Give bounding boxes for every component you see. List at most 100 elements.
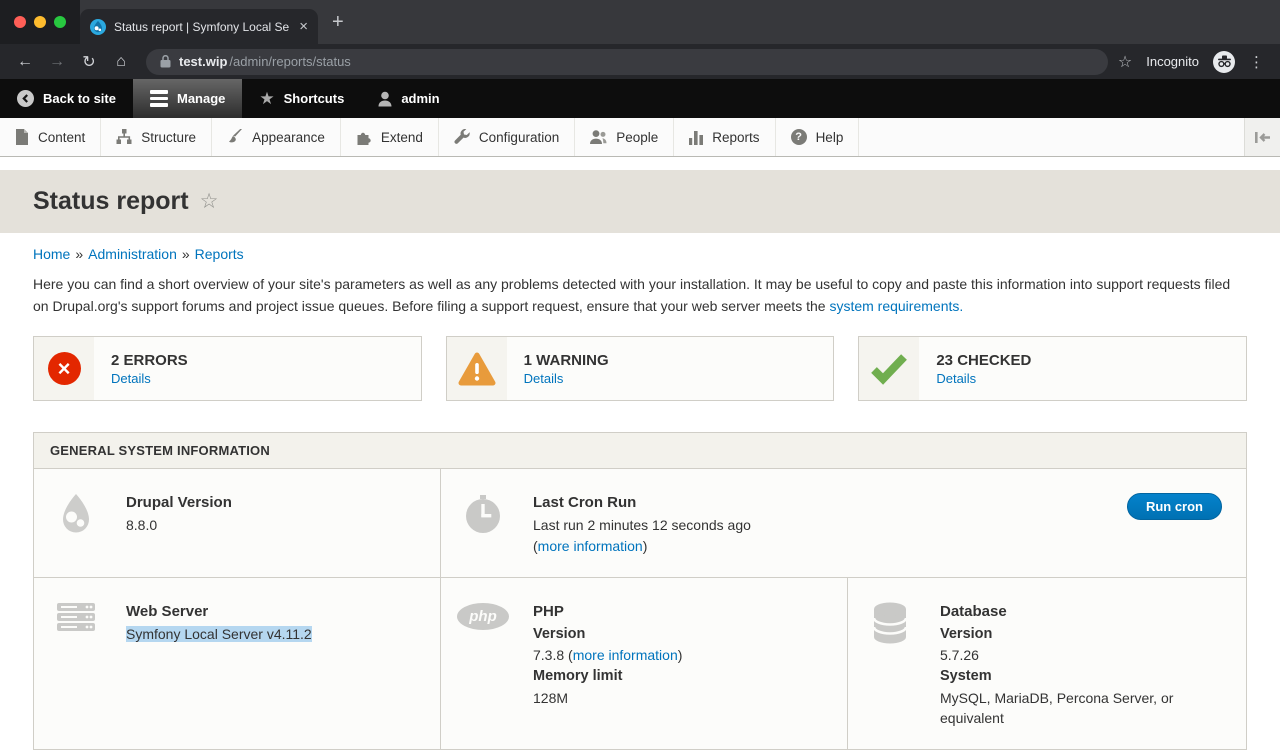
page-title: Status report	[33, 187, 189, 216]
browser-tab[interactable]: Status report | Symfony Local Se ×	[80, 9, 318, 44]
toolbar-collapse-button[interactable]	[1244, 118, 1280, 156]
breadcrumb: Home»Administration»Reports	[33, 246, 1247, 262]
breadcrumb-administration-link[interactable]: Administration	[88, 246, 177, 262]
warnings-card: 1 WARNING Details	[446, 336, 835, 401]
menu-item-label: Configuration	[479, 130, 559, 145]
menu-item-extend[interactable]: Extend	[341, 118, 439, 156]
general-system-information-section: GENERAL SYSTEM INFORMATION Drupal Versio…	[33, 432, 1247, 750]
drupal-version-title: Drupal Version	[126, 492, 232, 514]
section-header: GENERAL SYSTEM INFORMATION	[34, 433, 1246, 468]
warnings-count-label: 1 WARNING	[524, 352, 609, 369]
drupal-admin-menu: Content Structure Appearance Extend Conf…	[0, 118, 1280, 157]
database-version-value: 5.7.26	[940, 645, 1230, 666]
menu-item-configuration[interactable]: Configuration	[439, 118, 575, 156]
incognito-icon	[1213, 51, 1235, 73]
window-controls	[0, 0, 80, 44]
breadcrumb-separator: »	[177, 246, 195, 262]
manage-tab[interactable]: Manage	[133, 79, 242, 118]
php-cell: php PHP Version 7.3.8 (more information)…	[440, 577, 847, 749]
breadcrumb-home-link[interactable]: Home	[33, 246, 70, 262]
menu-item-label: Help	[816, 130, 844, 145]
checked-count-label: 23 CHECKED	[936, 352, 1031, 369]
warnings-details-link[interactable]: Details	[524, 371, 609, 386]
window-zoom-button[interactable]	[54, 16, 66, 28]
user-menu[interactable]: admin	[361, 79, 456, 118]
php-memory-value: 128M	[533, 688, 682, 709]
warning-icon	[458, 352, 496, 386]
php-more-information-link[interactable]: more information	[573, 647, 678, 663]
errors-count-label: 2 ERRORS	[111, 352, 188, 369]
php-logo-icon: php	[457, 603, 509, 630]
content-icon	[15, 129, 29, 145]
configuration-icon	[454, 129, 470, 145]
user-label: admin	[401, 91, 439, 106]
run-cron-button[interactable]: Run cron	[1127, 493, 1222, 520]
drupal-favicon	[90, 19, 106, 35]
toolbar-right: ☆ Incognito ⋮	[1118, 51, 1270, 73]
collapse-orientation-icon	[1254, 131, 1271, 144]
back-to-site-button[interactable]: Back to site	[0, 79, 133, 118]
drupal-version-cell: Drupal Version 8.8.0	[34, 468, 440, 577]
help-icon: ?	[791, 129, 807, 145]
php-version-label: Version	[533, 624, 682, 645]
last-cron-run-cell: Last Cron Run Last run 2 minutes 12 seco…	[440, 468, 1246, 577]
address-bar[interactable]: test.wip/admin/reports/status	[146, 49, 1108, 75]
bookmark-star-icon[interactable]: ☆	[1118, 52, 1132, 72]
menu-item-label: Reports	[712, 130, 759, 145]
status-summary-cards: × 2 ERRORS Details 1 WARNING Details	[33, 336, 1247, 401]
favorite-star-icon[interactable]: ☆	[200, 189, 219, 214]
menu-item-help[interactable]: ? Help	[776, 118, 860, 156]
window-minimize-button[interactable]	[34, 16, 46, 28]
manage-menu-icon	[150, 90, 168, 107]
clock-icon	[464, 492, 502, 534]
people-icon	[590, 129, 607, 145]
user-icon	[378, 91, 392, 107]
back-to-site-label: Back to site	[43, 91, 116, 106]
reports-icon	[689, 130, 703, 145]
database-system-label: System	[940, 666, 1230, 687]
php-version-value: 7.3.8	[533, 647, 564, 663]
errors-details-link[interactable]: Details	[111, 371, 188, 386]
tab-close-icon[interactable]: ×	[299, 18, 308, 35]
drupal-logo-icon	[55, 492, 97, 538]
browser-tabstrip: Status report | Symfony Local Se × +	[0, 0, 1280, 44]
tab-title: Status report | Symfony Local Se	[114, 20, 293, 34]
menu-item-appearance[interactable]: Appearance	[212, 118, 341, 156]
page-header: Status report ☆	[0, 170, 1280, 233]
intro-paragraph: Here you can find a short overview of yo…	[33, 273, 1247, 317]
cron-more-information-link[interactable]: more information	[538, 538, 643, 554]
web-server-title: Web Server	[126, 601, 312, 623]
home-icon[interactable]: ⌂	[106, 48, 136, 76]
menu-item-reports[interactable]: Reports	[674, 118, 775, 156]
menu-item-people[interactable]: People	[575, 118, 674, 156]
menu-item-content[interactable]: Content	[0, 118, 101, 156]
database-cell: Database Version 5.7.26 System MySQL, Ma…	[847, 577, 1246, 749]
checked-details-link[interactable]: Details	[936, 371, 1031, 386]
lock-icon	[160, 55, 171, 68]
breadcrumb-reports-link[interactable]: Reports	[195, 246, 244, 262]
back-icon[interactable]: ←	[10, 48, 40, 76]
breadcrumb-separator: »	[70, 246, 88, 262]
new-tab-icon[interactable]: +	[332, 12, 344, 32]
system-requirements-link[interactable]: system requirements.	[829, 298, 963, 314]
web-server-cell: Web Server Symfony Local Server v4.11.2	[34, 577, 440, 749]
menu-item-structure[interactable]: Structure	[101, 118, 212, 156]
error-icon: ×	[48, 352, 81, 385]
manage-label: Manage	[177, 91, 225, 106]
shortcuts-tab[interactable]: ★ Shortcuts	[242, 79, 361, 118]
menu-item-label: Extend	[381, 130, 423, 145]
database-version-label: Version	[940, 624, 1230, 645]
php-title: PHP	[533, 601, 682, 623]
checked-card: 23 CHECKED Details	[858, 336, 1247, 401]
structure-icon	[116, 129, 132, 145]
reload-icon[interactable]: ↻	[74, 48, 104, 76]
drupal-version-value: 8.8.0	[126, 515, 232, 536]
last-cron-run-title: Last Cron Run	[533, 492, 751, 514]
window-close-button[interactable]	[14, 16, 26, 28]
back-to-site-icon	[17, 90, 34, 107]
forward-icon[interactable]: →	[42, 48, 72, 76]
check-icon	[870, 353, 908, 385]
extend-icon	[356, 129, 372, 145]
browser-menu-icon[interactable]: ⋮	[1249, 53, 1264, 71]
menu-item-label: Content	[38, 130, 85, 145]
